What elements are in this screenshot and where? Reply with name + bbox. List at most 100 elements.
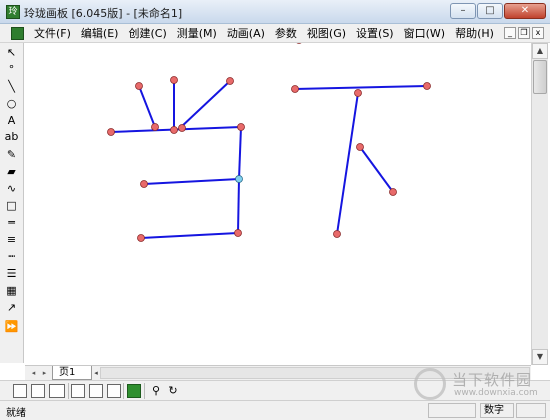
num-lock-indicator: 数字 xyxy=(480,403,514,418)
pen-icon[interactable]: ✎ xyxy=(3,147,20,162)
geometry-point[interactable] xyxy=(135,82,143,90)
status-text: 就绪 xyxy=(6,408,26,419)
menu-item-9[interactable]: 帮助(H) xyxy=(450,26,499,41)
geometry-point[interactable] xyxy=(170,126,178,134)
transform-icon[interactable]: ⚲ xyxy=(149,384,163,398)
maximize-button[interactable]: □ xyxy=(477,3,503,19)
graph-icon[interactable]: ↗ xyxy=(3,300,20,315)
line-segment[interactable] xyxy=(140,232,239,239)
line-segment[interactable] xyxy=(237,178,240,234)
vertical-scrollbar[interactable]: ▲ ▼ xyxy=(531,43,548,365)
menu-item-5[interactable]: 参数 xyxy=(270,26,302,41)
geometry-point[interactable] xyxy=(354,89,362,97)
doc-minimize-button[interactable]: _ xyxy=(504,27,516,39)
line-styles-icon[interactable]: ☰ xyxy=(3,266,20,281)
geometry-point[interactable] xyxy=(226,77,234,85)
geometry-point[interactable] xyxy=(389,188,397,196)
menu-item-7[interactable]: 设置(S) xyxy=(351,26,399,41)
box-open-icon[interactable] xyxy=(107,384,121,398)
geometry-point[interactable] xyxy=(356,143,364,151)
geometry-point[interactable] xyxy=(237,123,245,131)
window-title: 玲珑画板 [6.045版] - [未命名1] xyxy=(24,7,183,20)
page-tab-row: ◂ ▸ 页1 ◂ xyxy=(25,365,531,380)
color-palette-icon[interactable]: ▦ xyxy=(3,283,20,298)
menu-item-6[interactable]: 视图(G) xyxy=(302,26,351,41)
geometry-point[interactable] xyxy=(333,230,341,238)
line-segment[interactable] xyxy=(179,80,231,129)
title-bar: 玲 玲珑画板 [6.045版] - [未命名1] – □ ✕ xyxy=(0,0,550,24)
menu-item-8[interactable]: 窗口(W) xyxy=(399,26,450,41)
line-segment[interactable] xyxy=(143,178,240,185)
text-icon[interactable]: A xyxy=(3,113,20,128)
label-icon[interactable]: ab xyxy=(3,129,20,144)
close-button[interactable]: ✕ xyxy=(504,3,546,19)
status-bar: 就绪 数字 xyxy=(0,400,550,420)
line-segment[interactable] xyxy=(294,85,428,90)
geometry-point[interactable] xyxy=(170,76,178,84)
separator xyxy=(123,383,124,399)
status-cell-blank-2 xyxy=(516,403,546,418)
line-segment[interactable] xyxy=(359,146,394,193)
document-icon[interactable] xyxy=(11,27,24,40)
eraser-icon[interactable]: ▰ xyxy=(3,164,20,179)
document-window-controls: _ ❒ x xyxy=(504,27,544,39)
geometry-point[interactable] xyxy=(137,234,145,242)
app-logo-icon: 玲 xyxy=(6,5,20,19)
minimize-button[interactable]: – xyxy=(450,3,476,19)
axis-icon[interactable] xyxy=(31,384,45,398)
circle-icon[interactable]: ○ xyxy=(3,96,20,111)
page-tab-label: 页 xyxy=(59,367,69,378)
fill-color-icon[interactable] xyxy=(127,384,141,398)
geometry-point[interactable] xyxy=(140,180,148,188)
curve-icon[interactable]: ∿ xyxy=(3,181,20,196)
window-controls: – □ ✕ xyxy=(450,3,546,19)
play-animation-icon[interactable]: ⏩ xyxy=(3,319,20,334)
scroll-down-icon[interactable]: ▼ xyxy=(532,349,548,365)
geometry-point[interactable] xyxy=(107,128,115,136)
selected-point[interactable] xyxy=(235,175,243,183)
line-segment[interactable] xyxy=(238,126,242,180)
drawing-svg[interactable] xyxy=(25,43,531,365)
page-tab-1[interactable]: 页1 xyxy=(52,366,92,380)
geometry-point[interactable] xyxy=(234,229,242,237)
tool-palette: ↖ ° ╲ ○ Aab ✎ ▰ ∿ □ ═ ≡ ┉ ☰ ▦ ↗ ⏩ xyxy=(0,43,24,363)
line-icon[interactable]: ╲ xyxy=(3,79,20,94)
arrow-select-icon[interactable]: ↖ xyxy=(3,45,20,60)
menu-item-4[interactable]: 动画(A) xyxy=(222,26,270,41)
point-icon[interactable]: ° xyxy=(3,62,20,77)
doc-restore-button[interactable]: ❒ xyxy=(518,27,530,39)
status-cell-blank xyxy=(428,403,476,418)
grid-icon[interactable] xyxy=(13,384,27,398)
rectangle-icon[interactable]: □ xyxy=(3,198,20,213)
thick-line-icon[interactable]: ═ xyxy=(3,215,20,230)
horizontal-scrollbar[interactable] xyxy=(100,367,530,379)
thin-lines-icon[interactable]: ≡ xyxy=(3,232,20,247)
drawing-canvas[interactable] xyxy=(25,43,531,365)
line-segment[interactable] xyxy=(336,92,359,235)
next-page-icon[interactable]: ▸ xyxy=(39,367,50,379)
geometry-point[interactable] xyxy=(291,85,299,93)
menu-item-1[interactable]: 编辑(E) xyxy=(76,26,124,41)
rotate-icon[interactable]: ↻ xyxy=(166,384,180,398)
menu-item-2[interactable]: 创建(C) xyxy=(123,26,171,41)
separator xyxy=(68,383,69,399)
box-icon[interactable] xyxy=(89,384,103,398)
geometry-point[interactable] xyxy=(423,82,431,90)
doc-close-button[interactable]: x xyxy=(532,27,544,39)
line-segment[interactable] xyxy=(138,85,156,128)
menu-item-3[interactable]: 测量(M) xyxy=(172,26,222,41)
geometry-point[interactable] xyxy=(178,124,186,132)
scroll-up-icon[interactable]: ▲ xyxy=(532,43,548,59)
geometry-point[interactable] xyxy=(151,123,159,131)
separator xyxy=(144,383,145,399)
geometry-point[interactable] xyxy=(296,43,303,44)
page-tab-number: 1 xyxy=(69,367,76,378)
first-page-icon[interactable]: ◂ xyxy=(28,367,39,379)
cube-icon[interactable] xyxy=(71,384,85,398)
scroll-thumb[interactable] xyxy=(533,60,547,94)
blank-toggle-button[interactable] xyxy=(49,384,65,398)
menu-bar: 文件(F) 编辑(E) 创建(C) 测量(M) 动画(A) 参数 视图(G) 设置(S) 窗口(… xyxy=(0,24,550,43)
menu-item-0[interactable]: 文件(F) xyxy=(29,26,76,41)
bottom-toolbar: ⚲ ↻ xyxy=(0,380,550,400)
dotted-lines-icon[interactable]: ┉ xyxy=(3,249,20,264)
